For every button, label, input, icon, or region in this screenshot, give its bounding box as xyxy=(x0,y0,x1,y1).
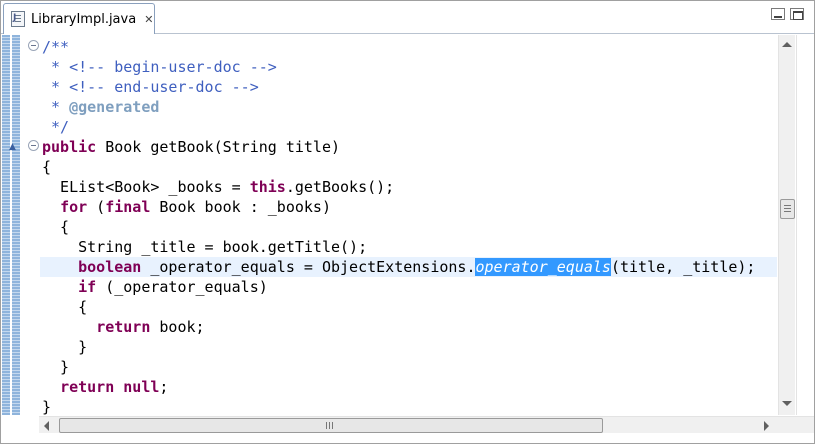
code-token: /** xyxy=(42,38,70,56)
code-token: return xyxy=(60,378,115,396)
code-token: { xyxy=(42,218,70,236)
collapse-method-icon[interactable] xyxy=(28,140,39,151)
code-line[interactable]: EList<Book> _books = this.getBooks(); xyxy=(42,177,394,197)
code-line[interactable]: } xyxy=(42,357,69,377)
code-token: (title, _title); xyxy=(610,258,756,276)
horizontal-scroll-thumb[interactable] xyxy=(59,418,603,433)
code-token: for xyxy=(60,198,88,216)
code-line[interactable]: public Book getBook(String title) xyxy=(42,137,340,157)
code-token: Book getBook(String title) xyxy=(96,138,341,156)
code-line[interactable]: { xyxy=(42,217,69,237)
code-token: } xyxy=(42,398,52,415)
code-token: * <!-- end-user-doc --> xyxy=(42,78,259,96)
minimize-button[interactable] xyxy=(771,8,785,20)
scrollbar-corner xyxy=(777,416,814,433)
code-token: EList<Book> _books = xyxy=(42,178,250,196)
code-token: if xyxy=(78,278,97,296)
scroll-left-icon[interactable] xyxy=(44,421,49,431)
code-token: */ xyxy=(42,118,70,136)
code-token: final xyxy=(105,198,151,216)
override-marker-icon[interactable]: ▲ xyxy=(9,142,16,152)
code-token: Book book : _books) xyxy=(150,198,331,216)
code-token: public xyxy=(42,138,97,156)
maximize-button[interactable] xyxy=(790,8,804,20)
code-token: ; xyxy=(159,378,169,396)
code-token: @generated xyxy=(69,98,160,116)
code-line[interactable]: if (_operator_equals) xyxy=(42,277,268,297)
code-token: book; xyxy=(150,318,205,336)
tab-libraryimpl[interactable]: J LibraryImpl.java ✕ xyxy=(3,3,155,34)
code-line[interactable]: for (final Book book : _books) xyxy=(42,197,331,217)
code-token: null xyxy=(123,378,160,396)
code-area[interactable]: /** * <!-- begin-user-doc --> * <!-- end… xyxy=(42,35,775,415)
editor-window: J LibraryImpl.java ✕ ▲ /** * <!-- begin-… xyxy=(0,0,815,444)
selected-text: operator_equals xyxy=(475,258,611,276)
tab-label: LibraryImpl.java xyxy=(31,11,137,27)
code-line[interactable]: } xyxy=(42,337,87,357)
quick-diff-ruler xyxy=(2,35,10,415)
overview-ruler[interactable] xyxy=(796,35,814,415)
code-token: } xyxy=(42,338,88,356)
scroll-down-icon[interactable] xyxy=(782,401,792,406)
code-token: * xyxy=(42,98,70,116)
code-line[interactable]: boolean _operator_equals = ObjectExtensi… xyxy=(42,257,755,277)
code-token: boolean xyxy=(78,258,142,276)
code-token: this xyxy=(249,178,286,196)
code-editor[interactable]: ▲ /** * <!-- begin-user-doc --> * <!-- e… xyxy=(2,35,814,415)
editor-tab-bar: J LibraryImpl.java ✕ xyxy=(1,1,814,34)
code-token: } xyxy=(42,358,70,376)
horizontal-scrollbar[interactable] xyxy=(39,416,777,433)
code-line[interactable]: * <!-- end-user-doc --> xyxy=(42,77,259,97)
code-line[interactable]: } xyxy=(42,397,51,415)
code-line[interactable]: String _title = book.getTitle(); xyxy=(42,237,367,257)
code-line[interactable]: return null; xyxy=(42,377,168,397)
code-line[interactable]: return book; xyxy=(42,317,205,337)
code-token: (_operator_equals) xyxy=(96,278,268,296)
annotation-ruler xyxy=(12,35,20,415)
scroll-up-icon[interactable] xyxy=(782,42,792,47)
code-token: { xyxy=(42,158,52,176)
code-line[interactable]: * @generated xyxy=(42,97,159,117)
code-token: { xyxy=(42,298,88,316)
code-token: String _title = book.getTitle(); xyxy=(42,238,368,256)
collapse-comment-icon[interactable] xyxy=(28,40,39,51)
vertical-scroll-thumb[interactable] xyxy=(780,199,795,219)
code-token: .getBooks(); xyxy=(285,178,395,196)
code-token: return xyxy=(96,318,151,336)
code-line[interactable]: { xyxy=(42,297,87,317)
code-line[interactable]: /** xyxy=(42,37,69,57)
vertical-scrollbar[interactable] xyxy=(778,35,795,415)
java-file-icon: J xyxy=(11,11,25,27)
code-line[interactable]: */ xyxy=(42,117,69,137)
code-line[interactable]: { xyxy=(42,157,51,177)
code-token: _operator_equals = ObjectExtensions. xyxy=(141,258,476,276)
code-line[interactable]: * <!-- begin-user-doc --> xyxy=(42,57,277,77)
code-token: ( xyxy=(87,198,106,216)
scroll-right-icon[interactable] xyxy=(764,421,769,431)
code-token: * <!-- begin-user-doc --> xyxy=(42,58,277,76)
close-icon[interactable]: ✕ xyxy=(144,13,153,26)
